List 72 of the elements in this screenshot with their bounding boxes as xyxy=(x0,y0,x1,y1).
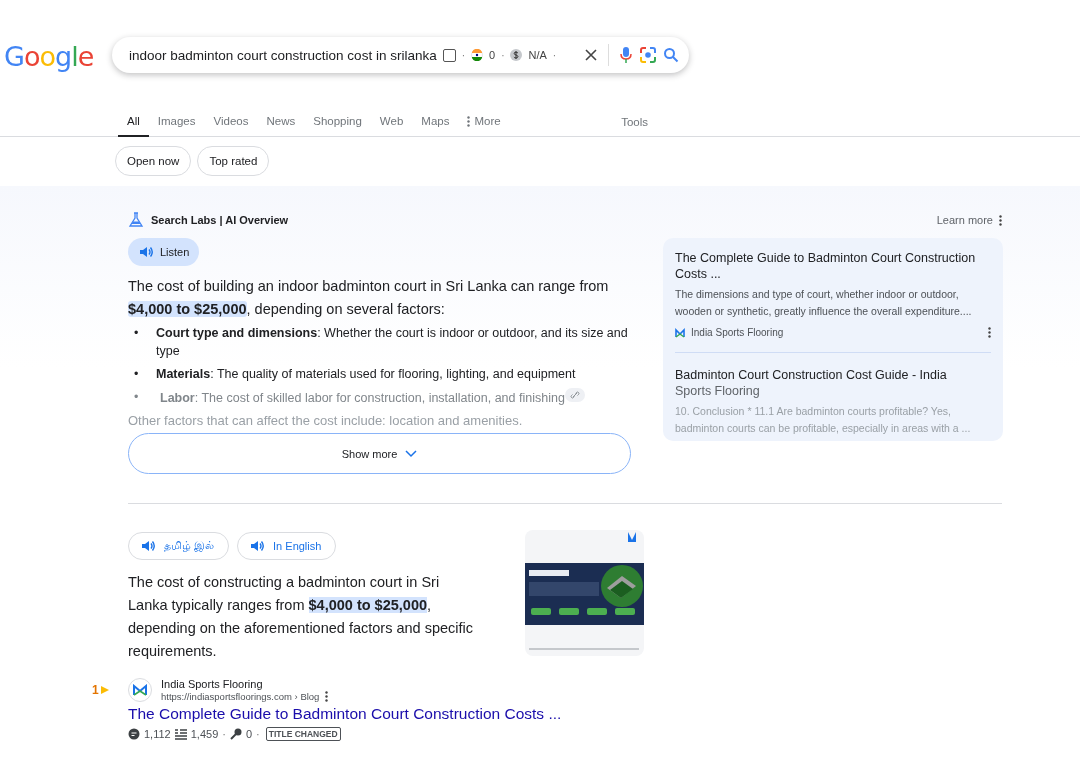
more-options-icon[interactable] xyxy=(999,214,1002,226)
separator-dot: · xyxy=(222,728,226,740)
stat-value: 1,459 xyxy=(190,728,219,740)
site-logo-icon xyxy=(133,683,147,696)
separator-dot: · xyxy=(256,728,260,740)
price-value: N/A xyxy=(528,49,547,61)
answer-text: The cost of constructing a badminton court in Sri Lanka typically ranges from $4,000 to $25,000, depending on the aforementioned factors and specific requirements. xyxy=(128,573,473,661)
chevron-down-icon xyxy=(405,449,418,458)
tab[interactable]: Images xyxy=(148,115,205,137)
checkbox[interactable] xyxy=(442,48,456,62)
bullet-marker: • xyxy=(133,389,140,406)
listen-button[interactable]: Listen xyxy=(128,238,200,266)
bullet-text: Labor: The cost of skilled labor for construction, installation, and finishing xyxy=(160,388,585,407)
speaker-icon xyxy=(249,538,266,554)
list-icon xyxy=(174,728,187,740)
result-title-link[interactable]: The Complete Guide to Badminton Court Construction Costs ... xyxy=(128,705,562,723)
close-icon[interactable] xyxy=(584,48,598,62)
more-options-icon[interactable] xyxy=(325,691,329,702)
speech-bubble-icon xyxy=(128,728,140,740)
tab[interactable]: Maps xyxy=(412,115,459,137)
speaker-icon xyxy=(140,538,156,554)
tab[interactable]: Web xyxy=(370,115,413,137)
camera-icon[interactable] xyxy=(639,46,657,64)
tab[interactable]: All xyxy=(118,115,149,137)
stat-value: 1,112 xyxy=(144,728,171,740)
filter-chip[interactable]: Top rated xyxy=(197,146,270,176)
bullet-marker: • xyxy=(133,325,140,342)
search-icon[interactable] xyxy=(663,47,679,63)
play-icon xyxy=(99,685,110,695)
bullet-text: Court type and dimensions: Whether the court is indoor or outdoor, and its size and type xyxy=(156,325,629,360)
speaker-icon xyxy=(138,244,154,260)
tools-button[interactable]: Tools xyxy=(615,115,654,136)
overview-text: The cost of building an indoor badminton court in Sri Lanka can range from $4,000 to $25,000, depending on several factors: xyxy=(128,277,610,319)
tab[interactable]: More xyxy=(458,115,510,137)
flag-count: 0 xyxy=(489,49,496,61)
filter-chip[interactable]: Open now xyxy=(115,146,192,176)
language-button[interactable]: தமிழ் இல் xyxy=(128,532,230,560)
more-icon xyxy=(467,115,471,127)
search-field[interactable]: indoor badminton court construction cost in srilanka · 0 · N/A · xyxy=(112,37,689,73)
search-query: indoor badminton court construction cost in srilanka xyxy=(129,47,437,63)
tab[interactable]: News xyxy=(257,115,305,137)
bullet-text: Materials: The quality of materials used for flooring, lighting, and equipment xyxy=(156,366,576,383)
status-badge: TITLE CHANGED xyxy=(265,727,341,741)
dollar-icon xyxy=(510,49,523,61)
tab[interactable]: Videos xyxy=(204,115,258,137)
source-snippet: The dimensions and type of court, whether indoor or outdoor, wooden or synthetic, greatly influence the overall expenditure.... xyxy=(675,287,973,319)
flag-icon xyxy=(471,49,483,61)
show-more-button[interactable]: Show more xyxy=(128,433,631,474)
rank-number: 1 xyxy=(92,683,99,697)
key-icon xyxy=(229,728,242,740)
separator-dot: · xyxy=(501,49,505,61)
separator-dot: · xyxy=(552,49,557,61)
source-snippet: 10. Conclusion * 11.1 Are badminton courts profitable? Yes, badminton courts can be profitable, especially in areas with a ... xyxy=(675,404,972,436)
site-logo-icon xyxy=(675,327,685,338)
site-url: https://indiasportsfloorings.com › Blog xyxy=(161,691,320,702)
source-title[interactable]: Badminton Court Construction Cost Guide - India xyxy=(675,367,991,383)
flask-icon xyxy=(128,212,144,228)
microphone-icon[interactable] xyxy=(619,46,633,64)
source-title[interactable]: The Complete Guide to Badminton Court Construction Costs ... xyxy=(675,250,991,282)
tab[interactable]: Shopping xyxy=(304,115,371,137)
learn-more-link[interactable]: Learn more xyxy=(936,214,993,226)
google-logo[interactable]: Google xyxy=(4,40,112,72)
faded-text: Other factors that can affect the cost include: location and amenities. xyxy=(128,413,524,429)
stat-value: 0 xyxy=(245,728,253,740)
source-title-continued[interactable]: Sports Flooring xyxy=(675,383,991,399)
separator-dot: · xyxy=(461,49,465,61)
source-site: India Sports Flooring xyxy=(691,327,784,338)
bullet-marker: • xyxy=(133,366,140,383)
overview-title: Search Labs | AI Overview xyxy=(151,214,289,226)
language-button[interactable]: In English xyxy=(237,532,337,560)
more-options-icon[interactable] xyxy=(988,327,991,338)
site-name: India Sports Flooring xyxy=(161,677,264,691)
